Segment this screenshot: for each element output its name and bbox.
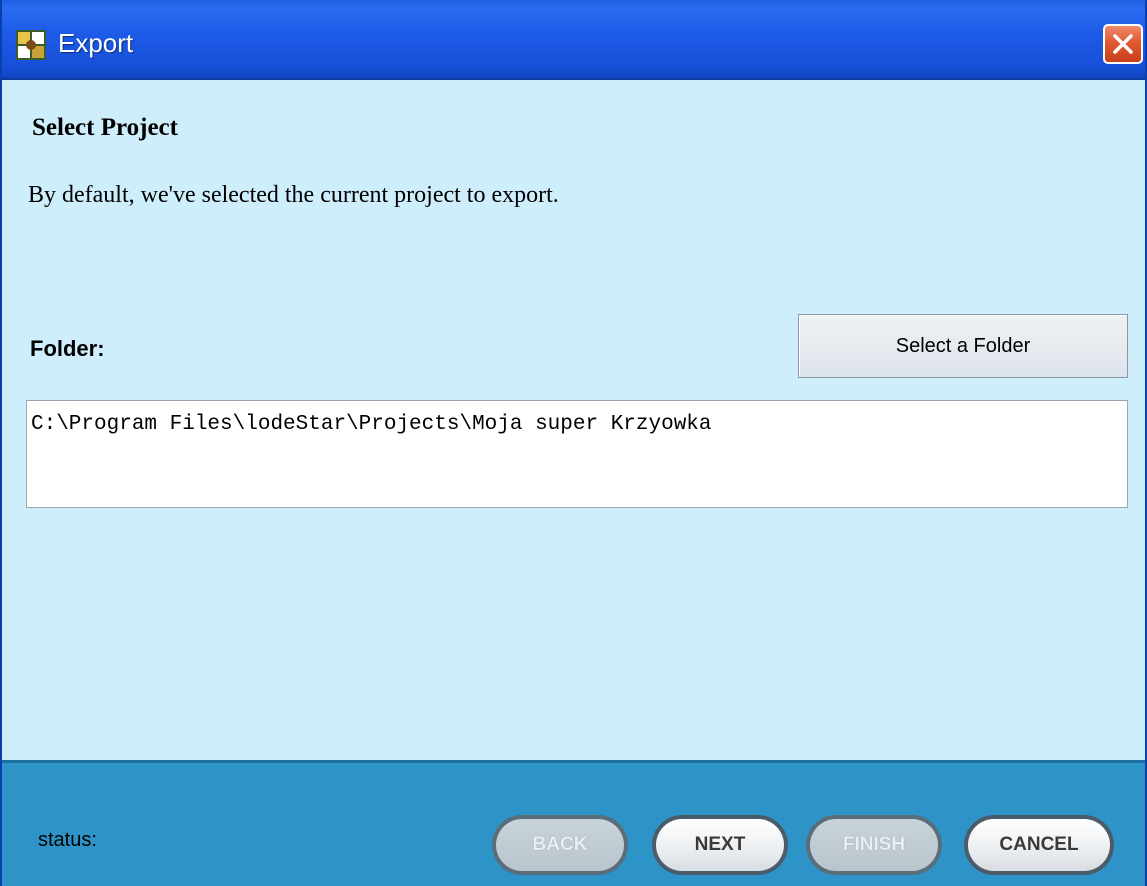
select-folder-button[interactable]: Select a Folder	[798, 314, 1128, 378]
back-button[interactable]: BACK	[492, 815, 628, 875]
next-button-label: NEXT	[656, 819, 784, 871]
cancel-button[interactable]: CANCEL	[964, 815, 1114, 875]
export-dialog: Export Select Project By default, we've …	[0, 0, 1147, 886]
window-title: Export	[58, 28, 134, 58]
close-icon	[1113, 34, 1133, 54]
status-label: status:	[38, 829, 97, 851]
finish-button-label: FINISH	[810, 819, 938, 871]
folder-path-value: C:\Program Files\lodeStar\Projects\Moja …	[31, 413, 712, 436]
next-button[interactable]: NEXT	[652, 815, 788, 875]
app-icon	[16, 30, 46, 60]
finish-button[interactable]: FINISH	[806, 815, 942, 875]
folder-path-field[interactable]: C:\Program Files\lodeStar\Projects\Moja …	[26, 400, 1128, 508]
close-button[interactable]	[1103, 24, 1143, 64]
wizard-footer: status: BACK NEXT FINISH CANCEL	[2, 760, 1145, 886]
back-button-label: BACK	[496, 819, 624, 871]
page-heading: Select Project	[32, 114, 178, 141]
title-bar[interactable]: Export	[2, 0, 1145, 80]
description-text: By default, we've selected the current p…	[28, 182, 559, 208]
folder-label: Folder:	[30, 336, 105, 361]
cancel-button-label: CANCEL	[968, 819, 1110, 871]
